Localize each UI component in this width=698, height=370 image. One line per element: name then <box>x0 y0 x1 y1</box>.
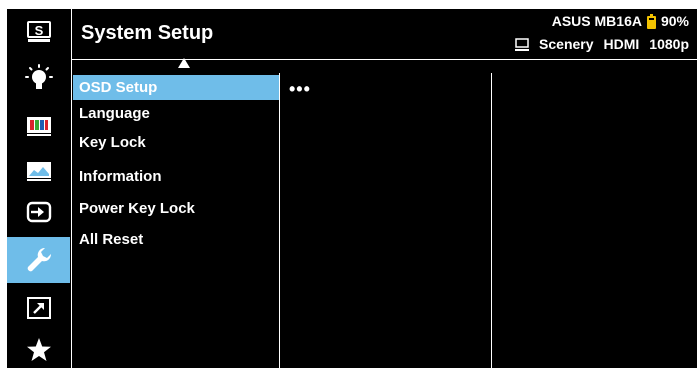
page-title: System Setup <box>81 22 214 44</box>
submenu-more-indicator: ••• <box>289 79 311 99</box>
battery-icon <box>646 13 656 29</box>
image-icon <box>26 162 51 181</box>
sidebar-item-myfavorite[interactable] <box>7 330 70 370</box>
blue-light-filter-icon <box>24 64 53 89</box>
menu-item-label: Language <box>79 105 150 122</box>
status-info: Scenery HDMI 1080p <box>515 36 689 52</box>
sidebar-item-input-select[interactable] <box>7 193 70 233</box>
menu-item-language[interactable]: Language <box>73 101 279 126</box>
header-divider <box>72 59 697 60</box>
mode-label: Scenery <box>539 36 594 52</box>
menu-item-label: Power Key Lock <box>79 200 195 217</box>
input-label: HDMI <box>603 36 640 52</box>
battery-percent: 90% <box>660 13 689 29</box>
sidebar-item-shortcut[interactable] <box>7 288 70 328</box>
column-divider <box>491 73 492 368</box>
menu-item-label: Information <box>79 168 162 185</box>
menu-item-label: OSD Setup <box>79 79 158 96</box>
menu-item-key-lock[interactable]: Key Lock <box>73 130 279 155</box>
sidebar-item-splendid[interactable]: S <box>7 12 70 52</box>
model-name: ASUS MB16A <box>551 13 642 29</box>
sidebar-item-blue-light-filter[interactable] <box>7 59 70 99</box>
menu-item-osd-setup[interactable]: OSD Setup <box>73 75 279 100</box>
menu-item-power-key-lock[interactable]: Power Key Lock <box>73 196 279 221</box>
color-icon <box>26 117 51 136</box>
sidebar: S <box>7 9 70 368</box>
column-divider <box>279 73 280 368</box>
shortcut-icon <box>26 297 51 319</box>
menu-item-label: Key Lock <box>79 134 146 151</box>
model-info: ASUS MB16A 90% <box>552 13 689 29</box>
menu-item-information[interactable]: Information <box>73 164 279 189</box>
resolution-label: 1080p <box>649 36 689 52</box>
sidebar-divider <box>71 9 72 368</box>
svg-text:S: S <box>34 23 43 38</box>
menu-item-label: All Reset <box>79 231 144 248</box>
sidebar-item-color[interactable] <box>7 106 70 146</box>
input-select-icon <box>26 201 51 223</box>
sidebar-item-image[interactable] <box>7 151 70 191</box>
myfavorite-icon <box>26 338 51 361</box>
system-setup-icon <box>27 247 51 272</box>
splendid-icon: S <box>26 21 51 42</box>
monitor-icon <box>515 37 530 51</box>
sidebar-item-system-setup[interactable] <box>7 237 70 283</box>
osd-menu: S System Setup ASUS MB16A 90% Scenery HD… <box>7 9 697 368</box>
menu-item-all-reset[interactable]: All Reset <box>73 227 279 252</box>
scroll-up-arrow-icon[interactable] <box>178 58 190 68</box>
